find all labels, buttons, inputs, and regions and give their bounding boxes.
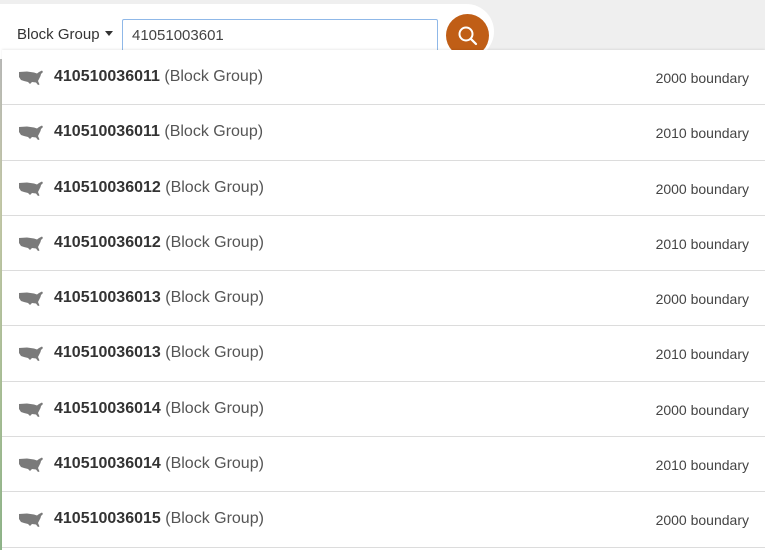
result-name: 410510036011 (Block Group) <box>54 68 263 86</box>
us-map-icon <box>19 457 43 473</box>
result-id: 410510036012 <box>54 178 161 196</box>
result-id: 410510036012 <box>54 233 161 251</box>
result-boundary: 2000 boundary <box>655 401 749 418</box>
us-map-icon <box>19 512 43 528</box>
result-boundary: 2000 boundary <box>655 180 749 197</box>
result-type: (Block Group) <box>165 399 264 417</box>
result-item[interactable]: 410510036011 (Block Group) 2010 boundary <box>2 105 765 161</box>
us-map-icon <box>19 291 43 307</box>
us-map-icon <box>19 181 43 196</box>
us-map-icon <box>19 402 43 417</box>
result-type: (Block Group) <box>164 68 264 85</box>
us-map-icon <box>19 236 43 251</box>
result-type: (Block Group) <box>165 455 264 473</box>
result-boundary: 2000 boundary <box>655 291 749 308</box>
result-name: 410510036011 (Block Group) <box>54 123 263 141</box>
result-id: 410510036015 <box>54 510 161 528</box>
search-input[interactable] <box>122 19 438 52</box>
result-boundary: 2010 boundary <box>655 125 749 142</box>
geography-type-label: Block Group <box>17 26 100 43</box>
result-type: (Block Group) <box>164 123 264 141</box>
result-item[interactable]: 410510036011 (Block Group) 2000 boundary <box>2 50 765 106</box>
us-map-icon <box>19 125 43 141</box>
geography-type-dropdown[interactable]: Block Group <box>17 26 113 43</box>
result-id: 410510036014 <box>54 399 161 417</box>
result-type: (Block Group) <box>165 178 264 196</box>
result-boundary: 2010 boundary <box>655 235 749 252</box>
result-name: 410510036012 (Block Group) <box>54 234 264 252</box>
result-item[interactable]: 410510036012 (Block Group) 2010 boundary <box>2 216 765 272</box>
result-id: 410510036014 <box>54 455 161 473</box>
result-boundary: 2000 boundary <box>655 70 749 86</box>
result-name: 410510036013 (Block Group) <box>54 289 264 307</box>
result-name: 410510036015 (Block Group) <box>54 510 264 528</box>
result-boundary: 2010 boundary <box>655 346 749 363</box>
result-name: 410510036014 (Block Group) <box>54 400 264 418</box>
result-name: 410510036012 (Block Group) <box>54 179 264 197</box>
result-type: (Block Group) <box>165 289 264 307</box>
result-type: (Block Group) <box>165 233 264 251</box>
us-map-icon <box>19 346 43 362</box>
result-boundary: 2010 boundary <box>655 457 749 474</box>
search-results-list: 410510036011 (Block Group) 2000 boundary… <box>2 50 765 550</box>
result-boundary: 2000 boundary <box>655 512 749 529</box>
result-type: (Block Group) <box>165 344 264 362</box>
result-id: 410510036013 <box>54 289 161 307</box>
result-item[interactable]: 410510036013 (Block Group) 2000 boundary <box>2 271 765 327</box>
result-name: 410510036013 (Block Group) <box>54 344 264 362</box>
result-type: (Block Group) <box>165 510 264 528</box>
caret-down-icon <box>104 31 113 36</box>
result-item[interactable]: 410510036014 (Block Group) 2000 boundary <box>2 382 765 438</box>
search-icon <box>458 26 477 45</box>
result-name: 410510036014 (Block Group) <box>54 455 264 473</box>
result-id: 410510036011 <box>54 68 160 85</box>
us-map-icon <box>19 70 43 85</box>
result-id: 410510036011 <box>54 123 160 141</box>
result-item[interactable]: 410510036013 (Block Group) 2010 boundary <box>2 326 765 382</box>
result-item[interactable]: 410510036014 (Block Group) 2010 boundary <box>2 437 765 493</box>
result-id: 410510036013 <box>54 344 161 362</box>
result-item[interactable]: 410510036015 (Block Group) 2000 boundary <box>2 492 765 548</box>
result-item[interactable]: 410510036012 (Block Group) 2000 boundary <box>2 161 765 216</box>
